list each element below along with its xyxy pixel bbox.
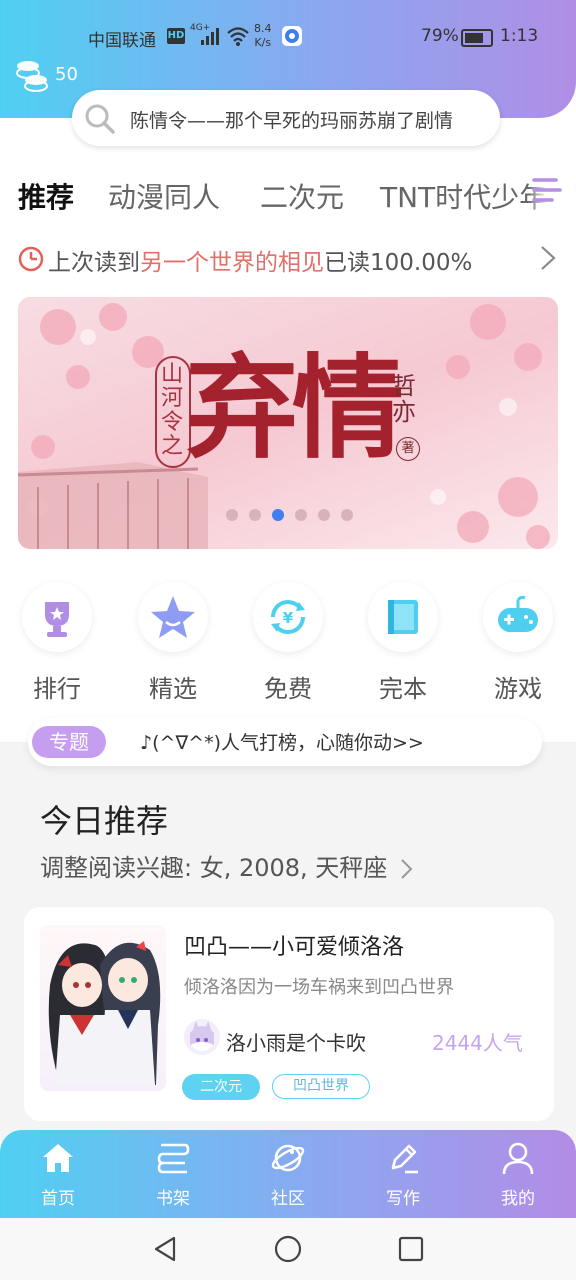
pagination-dot[interactable] bbox=[318, 509, 330, 521]
recents-square-icon[interactable] bbox=[396, 1234, 426, 1264]
book-description: 倾洛洛因为一场车祸来到凹凸世界 bbox=[184, 977, 454, 998]
tab-recommend[interactable]: 推荐 bbox=[18, 176, 74, 216]
adjust-interest-link[interactable]: 调整阅读兴趣: 女, 2008, 天秤座 bbox=[40, 848, 415, 883]
chevron-right-icon[interactable] bbox=[538, 243, 558, 279]
clock-time: 1:13 bbox=[500, 26, 539, 46]
quick-entry-grid: 排行 精选 ¥ 免费 完本 游戏 bbox=[0, 582, 576, 703]
pagination-dot[interactable] bbox=[295, 509, 307, 521]
nav-label: 写作 bbox=[386, 1189, 420, 1209]
trophy-icon bbox=[22, 582, 92, 652]
speed-unit: K/s bbox=[254, 36, 272, 49]
quick-entry-label: 游戏 bbox=[494, 675, 542, 703]
section-title: 今日推荐 bbox=[40, 802, 169, 840]
app-notification-icon bbox=[282, 26, 302, 46]
battery-percent: 79% bbox=[421, 26, 459, 46]
nav-label: 我的 bbox=[501, 1189, 535, 1209]
quick-entry-label: 精选 bbox=[149, 675, 197, 703]
quick-entry-label: 免费 bbox=[264, 675, 312, 703]
topic-badge: 专题 bbox=[32, 726, 106, 758]
book-title[interactable]: 凹凸——小可爱倾洛洛 bbox=[184, 929, 404, 961]
home-icon bbox=[43, 1144, 73, 1172]
star-icon bbox=[138, 582, 208, 652]
carrier-label: 中国联通 bbox=[88, 31, 156, 51]
banner-author-text: 哲亦 bbox=[392, 372, 416, 426]
tab-anime-fanfic[interactable]: 动漫同人 bbox=[108, 176, 220, 216]
nav-label: 书架 bbox=[156, 1189, 190, 1209]
clock-icon bbox=[18, 246, 44, 278]
banner-series-text: 山河令之 bbox=[161, 362, 184, 459]
banner-author-suffix: 著 bbox=[396, 437, 420, 461]
book-cover-illustration bbox=[48, 941, 161, 1085]
coin-stack-icon[interactable] bbox=[14, 58, 50, 96]
topic-bar[interactable]: 专题 ♪(^∇^*)人气打榜，心随你动>> bbox=[28, 718, 542, 766]
status-bar: 中国联通 HD 4G+ 8.4 K/s 79% 1:13 bbox=[0, 22, 576, 52]
pagination-dot[interactable] bbox=[249, 509, 261, 521]
last-read-bar[interactable]: 上次读到另一个世界的相见已读100.00% bbox=[18, 243, 558, 277]
popularity-count: 2444人气 bbox=[432, 1031, 523, 1055]
last-read-title[interactable]: 另一个世界的相见 bbox=[140, 250, 324, 276]
home-circle-icon[interactable] bbox=[273, 1234, 303, 1264]
last-read-prefix: 上次读到 bbox=[48, 250, 140, 276]
svg-text:¥: ¥ bbox=[283, 609, 294, 627]
tab-acg[interactable]: 二次元 bbox=[260, 176, 344, 216]
free-icon: ¥ bbox=[253, 582, 323, 652]
speed-value: 8.4 bbox=[254, 22, 272, 35]
pagination-dot-active[interactable] bbox=[272, 509, 284, 521]
bottom-navigation: 首页 书架 社区 写作 我的 bbox=[0, 1130, 576, 1218]
book-tag[interactable]: 凹凸世界 bbox=[272, 1074, 370, 1099]
book-tag[interactable]: 二次元 bbox=[182, 1074, 260, 1100]
chevron-right-icon bbox=[401, 859, 413, 879]
network-speed: 8.4 K/s bbox=[254, 22, 272, 50]
planet-icon bbox=[271, 1144, 305, 1172]
battery-icon bbox=[461, 29, 493, 47]
author-name[interactable]: 洛小雨是个卡吹 bbox=[226, 1027, 366, 1056]
book-card[interactable]: 凹凸——小可爱倾洛洛 倾洛洛因为一场车祸来到凹凸世界 洛小雨是个卡吹 2444人… bbox=[24, 907, 554, 1121]
hd-badge: HD bbox=[167, 28, 185, 44]
search-bar[interactable]: 陈情令——那个早死的玛丽苏崩了剧情 bbox=[72, 90, 500, 146]
quick-entry-label: 排行 bbox=[33, 675, 81, 703]
tab-menu-button[interactable] bbox=[528, 172, 576, 212]
back-triangle-icon[interactable] bbox=[150, 1234, 180, 1264]
pagination-dot[interactable] bbox=[341, 509, 353, 521]
category-tabs: 推荐 动漫同人 二次元 TNT时代少年团 bbox=[0, 172, 576, 222]
banner-title-text: 弃情 bbox=[186, 343, 404, 474]
search-placeholder: 陈情令——那个早死的玛丽苏崩了剧情 bbox=[130, 110, 454, 132]
nav-label: 社区 bbox=[271, 1189, 305, 1209]
bookshelf-icon bbox=[157, 1143, 190, 1174]
nav-label: 首页 bbox=[41, 1189, 75, 1209]
user-icon bbox=[502, 1142, 534, 1175]
author-avatar[interactable] bbox=[184, 1019, 220, 1055]
menu-lines-icon bbox=[532, 178, 562, 202]
pen-icon bbox=[391, 1144, 418, 1174]
interest-text: 调整阅读兴趣: 女, 2008, 天秤座 bbox=[40, 854, 388, 882]
wifi-icon bbox=[226, 26, 250, 51]
topic-text[interactable]: ♪(^∇^*)人气打榜，心随你动>> bbox=[140, 728, 424, 755]
book-icon bbox=[368, 582, 438, 652]
last-read-progress: 已读100.00% bbox=[324, 250, 473, 276]
system-navigation-bar bbox=[0, 1218, 576, 1280]
promo-banner[interactable]: 山河令之 弃情 哲亦 著 bbox=[18, 297, 558, 549]
coin-count: 50 bbox=[55, 64, 78, 85]
pagination-dot[interactable] bbox=[226, 509, 238, 521]
book-cover[interactable] bbox=[40, 925, 166, 1091]
quick-entry-label: 完本 bbox=[379, 675, 427, 703]
gamepad-icon bbox=[483, 582, 553, 652]
search-icon bbox=[84, 103, 116, 139]
last-read-text: 上次读到另一个世界的相见已读100.00% bbox=[48, 243, 472, 277]
